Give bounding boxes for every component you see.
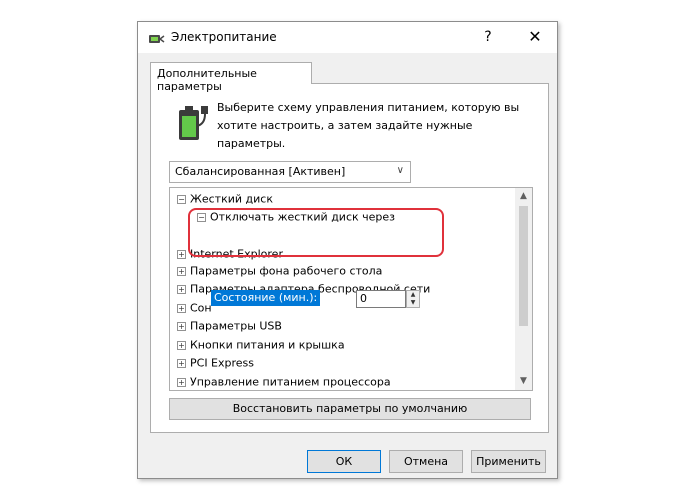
expand-icon[interactable]: + [177, 266, 186, 276]
close-button[interactable]: ✕ [520, 26, 550, 48]
apply-button[interactable]: Применить [471, 450, 546, 473]
cancel-button[interactable]: Отмена [389, 450, 463, 473]
scroll-up-icon[interactable]: ▲ [515, 188, 532, 205]
scroll-down-icon[interactable]: ▼ [515, 373, 532, 390]
advanced-settings-panel: Выберите схему управления питанием, кото… [150, 83, 549, 433]
tree-item-processor-power[interactable]: + Управление питанием процессора [177, 375, 391, 390]
description-text: Выберите схему управления питанием, кото… [217, 101, 520, 150]
power-plan-selected: Сбалансированная [Активен] [175, 165, 346, 178]
battery-plug-icon [179, 106, 208, 140]
tree-scrollbar[interactable]: ▲ ▼ [515, 188, 532, 390]
highlight-annotation [188, 208, 444, 257]
expand-icon[interactable]: + [177, 284, 186, 294]
window-title: Электропитание [171, 30, 277, 44]
expand-icon[interactable]: + [177, 249, 186, 259]
collapse-icon[interactable]: − [177, 194, 186, 204]
ok-button[interactable]: ОК [307, 450, 381, 473]
increment-icon[interactable]: ▲ [407, 291, 419, 299]
power-plug-icon [149, 35, 165, 43]
chevron-down-icon: ∨ [396, 165, 404, 176]
tree-item-power-buttons[interactable]: + Кнопки питания и крышка [177, 338, 345, 356]
power-plan-select[interactable]: Сбалансированная [Активен] ∨ [169, 161, 411, 183]
tab-advanced-settings[interactable]: Дополнительные параметры [150, 62, 312, 93]
minutes-input[interactable]: 0 [356, 290, 406, 308]
title-bar[interactable]: Электропитание ? ✕ [138, 22, 557, 53]
decrement-icon[interactable]: ▼ [407, 299, 419, 307]
tree-item-sleep[interactable]: + Сон [177, 301, 212, 319]
tree-item-pci-express[interactable]: + PCI Express [177, 356, 254, 374]
restore-defaults-button[interactable]: Восстановить параметры по умолчанию [169, 398, 531, 420]
tree-item-desktop-background[interactable]: + Параметры фона рабочего стола [177, 264, 382, 282]
expand-icon[interactable]: + [177, 358, 186, 368]
tree-item-usb[interactable]: + Параметры USB [177, 319, 282, 337]
expand-icon[interactable]: + [177, 321, 186, 331]
expand-icon[interactable]: + [177, 340, 186, 350]
setting-state-label: Состояние (мин.): [211, 290, 321, 306]
scroll-thumb[interactable] [519, 206, 528, 326]
expand-icon[interactable]: + [177, 303, 186, 313]
expand-icon[interactable]: + [177, 377, 186, 387]
minutes-stepper[interactable]: ▲ ▼ [406, 290, 420, 308]
help-button[interactable]: ? [473, 26, 503, 48]
